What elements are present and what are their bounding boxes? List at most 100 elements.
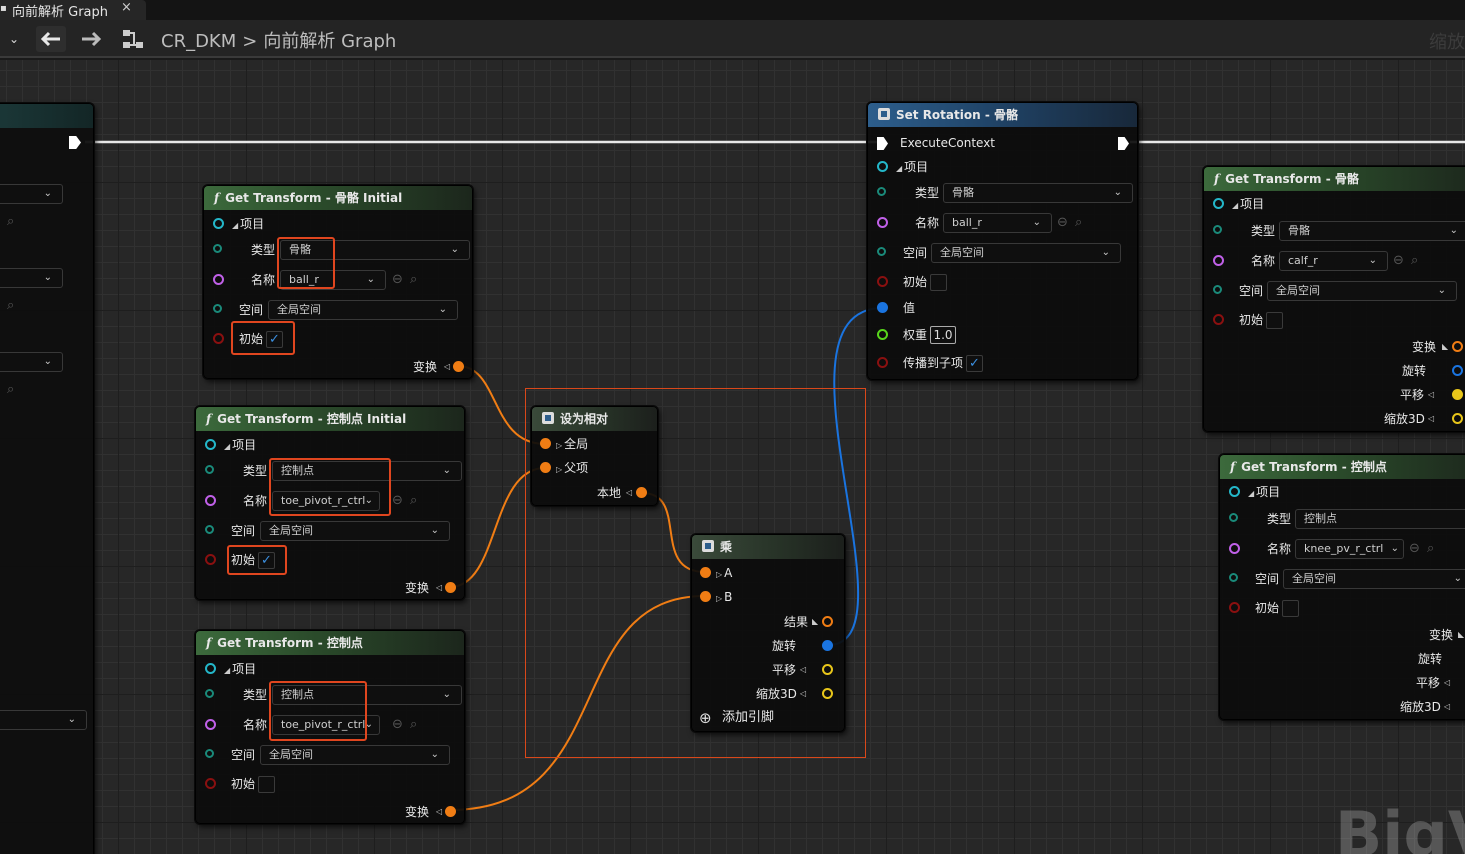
left-dropdown-3[interactable]: ⌄ <box>0 352 63 372</box>
type-dropdown[interactable]: 控制点⌄ <box>1295 509 1465 529</box>
search-icon[interactable]: ⌕ <box>7 298 14 313</box>
search-icon[interactable]: ⌕ <box>1075 212 1082 234</box>
scale3d-out-pin[interactable] <box>1452 413 1463 424</box>
value-in-pin[interactable] <box>877 302 888 313</box>
space-dropdown[interactable]: 全局空间 ⌄ <box>260 745 450 765</box>
item-pin[interactable] <box>205 439 216 450</box>
parent-in-pin[interactable] <box>540 462 551 473</box>
a-in-pin[interactable] <box>700 567 711 578</box>
node-get-transform-bone-initial[interactable]: f Get Transform - 骨骼 Initial ◢ 项目 类型 骨骼 ⌄ 名… <box>203 185 473 379</box>
initial-checkbox[interactable] <box>930 274 947 291</box>
rotation-out-pin[interactable] <box>822 640 833 651</box>
exec-out-pin[interactable] <box>1118 137 1129 150</box>
initial-checkbox[interactable]: ✓ <box>266 331 283 348</box>
transform-out-pin[interactable] <box>453 361 464 372</box>
bool-pin[interactable] <box>205 778 216 789</box>
result-out-pin[interactable] <box>822 616 833 627</box>
translation-out-pin[interactable] <box>822 664 833 675</box>
b-in-pin[interactable] <box>700 591 711 602</box>
node-make-relative[interactable]: 设为相对 ▷ 全局 ▷ 父项 本地 ◁ <box>531 406 658 506</box>
close-icon[interactable]: × <box>121 0 132 15</box>
type-pin[interactable] <box>877 187 886 196</box>
type-dropdown[interactable]: 控制点⌄ <box>272 685 462 705</box>
scale3d-out-pin[interactable] <box>822 688 833 699</box>
name-pin[interactable] <box>205 719 216 730</box>
name-pin[interactable] <box>1213 255 1224 266</box>
node-get-transform-ctrl-right[interactable]: f Get Transform - 控制点 ◢项目 类型 控制点⌄ 名称 knee… <box>1219 454 1465 720</box>
bool-pin[interactable] <box>213 333 224 344</box>
space-pin[interactable] <box>205 525 214 534</box>
name-dropdown[interactable]: ball_r ⌄ <box>280 270 386 290</box>
type-dropdown[interactable]: 骨骼 ⌄ <box>943 183 1133 203</box>
weight-input[interactable]: 1.0 <box>930 326 956 344</box>
left-dropdown-1[interactable]: ⌄ <box>0 184 63 204</box>
search-icon[interactable]: ⌕ <box>7 214 14 229</box>
use-selected-icon[interactable]: ⊖ <box>1409 538 1420 560</box>
node-set-rotation-bone[interactable]: Set Rotation - 骨骼 ExecuteContext ◢ 项目 类型 … <box>867 102 1138 380</box>
space-pin[interactable] <box>877 247 886 256</box>
space-dropdown[interactable]: 全局空间 ⌄ <box>268 300 458 320</box>
type-pin[interactable] <box>205 465 214 474</box>
node-get-transform-ctrl-initial[interactable]: f Get Transform - 控制点 Initial ◢ 项目 类型 控制点 ⌄… <box>195 406 465 600</box>
space-pin[interactable] <box>1213 285 1222 294</box>
item-pin[interactable] <box>205 663 216 674</box>
item-pin[interactable] <box>213 218 224 229</box>
initial-checkbox[interactable] <box>258 776 275 793</box>
type-pin[interactable] <box>1213 225 1222 234</box>
type-dropdown[interactable]: 骨骼 ⌄ <box>280 240 470 260</box>
node-multiply[interactable]: 乘 ▷ A ▷ B 结果 ◣ 旋转 平移 ◁ 缩放3D ◁ ⊕ 添加引脚 <box>691 534 845 732</box>
breadcrumb-root[interactable]: CR_DKM <box>161 31 236 52</box>
back-button[interactable] <box>36 26 66 52</box>
search-icon[interactable]: ⌕ <box>1427 538 1434 560</box>
name-pin[interactable] <box>877 217 888 228</box>
translation-out-pin[interactable] <box>1452 389 1463 400</box>
use-selected-icon[interactable]: ⊖ <box>1393 250 1404 272</box>
name-pin[interactable] <box>205 495 216 506</box>
name-pin[interactable] <box>213 274 224 285</box>
item-pin[interactable] <box>1229 486 1240 497</box>
bool-pin[interactable] <box>1213 314 1224 325</box>
bool-pin[interactable] <box>1229 602 1240 613</box>
space-pin[interactable] <box>205 749 214 758</box>
initial-checkbox[interactable] <box>1266 312 1283 329</box>
propagate-checkbox[interactable]: ✓ <box>966 355 983 372</box>
initial-checkbox[interactable]: ✓ <box>258 552 275 569</box>
type-pin[interactable] <box>213 244 222 253</box>
name-dropdown[interactable]: ball_r ⌄ <box>943 213 1052 233</box>
left-dropdown-4[interactable]: ⌄ <box>0 710 87 730</box>
name-dropdown[interactable]: toe_pivot_r_ctrl ⌄ <box>272 715 380 735</box>
tab-graph[interactable]: ▪ 向前解析 Graph × <box>0 0 146 20</box>
node-get-transform-ctrl[interactable]: f Get Transform - 控制点 ◢ 项目 类型 控制点 ⌄ 名称 toe_… <box>195 630 465 824</box>
history-dropdown-button[interactable]: ⌄ <box>0 26 28 52</box>
search-icon[interactable]: ⌕ <box>410 490 417 512</box>
name-dropdown[interactable]: calf_r ⌄ <box>1279 251 1388 271</box>
use-selected-icon[interactable]: ⊖ <box>392 269 403 291</box>
add-pin-button[interactable]: ⊕ 添加引脚 <box>692 707 846 729</box>
forward-button[interactable] <box>76 26 106 52</box>
search-icon[interactable]: ⌕ <box>1411 250 1418 272</box>
name-dropdown[interactable]: toe_pivot_r_ctrl ⌄ <box>272 491 380 511</box>
transform-out-pin[interactable] <box>445 582 456 593</box>
space-dropdown[interactable]: 全局空间 ⌄ <box>260 521 450 541</box>
left-dropdown-2[interactable]: ⌄ <box>0 268 63 288</box>
space-dropdown[interactable]: 全局空间 ⌄ <box>1283 569 1465 589</box>
transform-out-pin[interactable] <box>445 806 456 817</box>
node-get-transform-bone-right[interactable]: f Get Transform - 骨骼 ◢ 项目 类型 骨骼 ⌄ 名称 calf_r… <box>1203 166 1465 432</box>
name-pin[interactable] <box>1229 543 1240 554</box>
space-pin[interactable] <box>1229 573 1238 582</box>
use-selected-icon[interactable]: ⊖ <box>392 490 403 512</box>
space-dropdown[interactable]: 全局空间 ⌄ <box>1267 281 1457 301</box>
graph-icon[interactable] <box>118 26 148 52</box>
type-dropdown[interactable]: 控制点⌄ <box>272 461 462 481</box>
bool-pin[interactable] <box>205 554 216 565</box>
exec-in-pin[interactable] <box>877 137 888 150</box>
search-icon[interactable]: ⌕ <box>7 382 14 397</box>
search-icon[interactable]: ⌕ <box>410 269 417 291</box>
item-pin[interactable] <box>1213 198 1224 209</box>
name-dropdown[interactable]: knee_pv_r_ctrl ⌄ <box>1295 539 1404 559</box>
type-pin[interactable] <box>205 689 214 698</box>
initial-checkbox[interactable] <box>1282 600 1299 617</box>
type-dropdown[interactable]: 骨骼 ⌄ <box>1279 221 1465 241</box>
rotation-out-pin[interactable] <box>1452 365 1463 376</box>
item-pin[interactable] <box>877 161 888 172</box>
